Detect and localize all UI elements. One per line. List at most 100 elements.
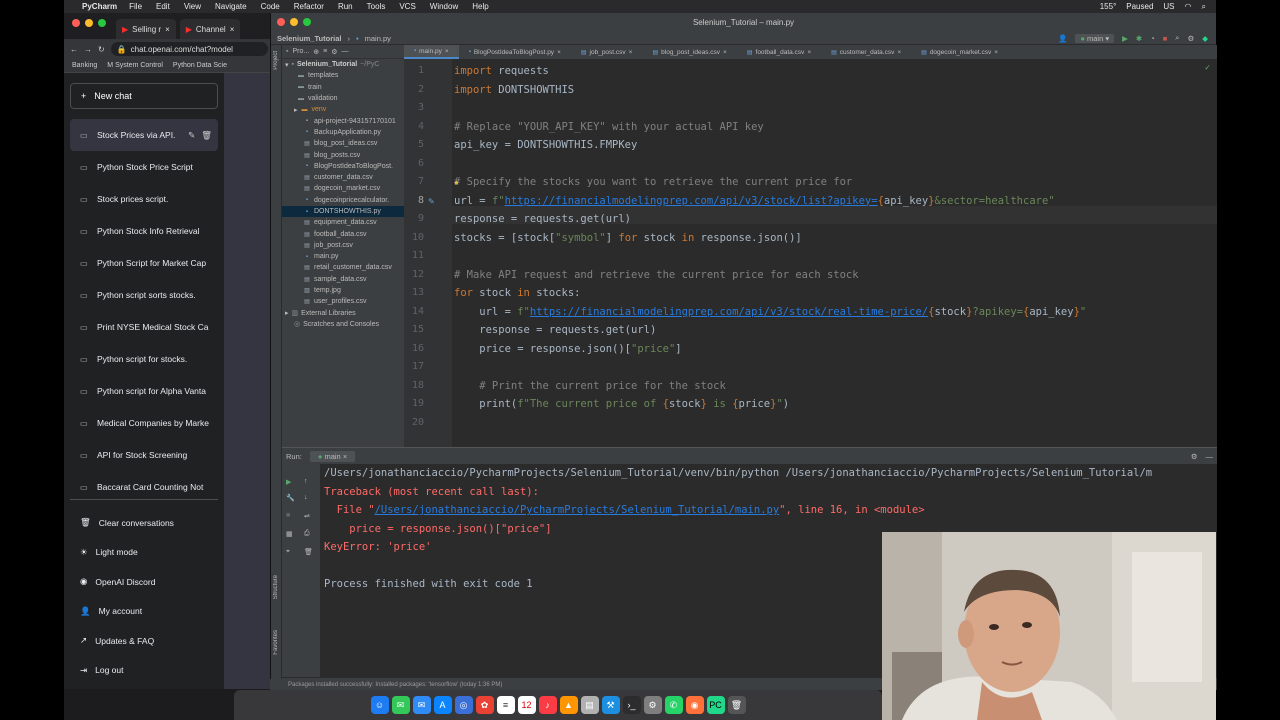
tree-item[interactable]: ▪ main.py [282,251,404,262]
close-tab-icon[interactable]: × [897,49,901,56]
tree-item[interactable]: ▤ dogecoin_market.csv [282,183,404,194]
edit-icon[interactable]: ✎ [428,197,435,206]
expand-icon[interactable]: ⊕ [313,48,319,56]
tree-item[interactable]: ▤ sample_data.csv [282,274,404,285]
tree-item[interactable]: ▤ retail_customer_data.csv [282,262,404,273]
project-view-selector[interactable]: Pro... [292,48,309,55]
my-account-link[interactable]: 👤 My account [70,597,218,627]
close-tab-icon[interactable]: × [445,48,449,55]
options-icon[interactable]: ⚙ [331,48,337,56]
layout-icon[interactable]: ▦ [286,530,293,538]
tree-item[interactable]: ▪ DONTSHOWTHIS.py [282,205,404,218]
settings-icon[interactable]: ⚙ [1187,34,1194,43]
wifi-icon[interactable]: ◠ [1185,2,1192,11]
edit-icon[interactable]: ✎ [188,130,195,141]
updates-faq-link[interactable]: ↗ Updates & FAQ [70,626,218,656]
calendar-icon[interactable]: 12 [517,696,536,714]
tree-item[interactable]: ▪ api-project-943157170101 [282,115,404,126]
breadcrumb-file[interactable]: main.py [365,34,391,43]
conversation-item[interactable]: ▭ Python script sorts stocks. [70,279,218,311]
safari-icon[interactable]: ◎ [454,696,473,714]
editor-tab[interactable]: ▤ customer_data.csv × [821,45,911,59]
notes-icon[interactable]: ≡ [496,696,515,714]
conversation-item[interactable]: ▭ Python Stock Price Script [70,151,218,183]
hide-icon[interactable]: — [1206,452,1218,461]
rerun-icon[interactable]: ▶ [286,478,291,486]
photos-icon[interactable]: ✿ [475,696,494,714]
back-icon[interactable]: ← [70,45,78,54]
firefox-icon[interactable]: ◉ [685,696,704,714]
structure-tool-tab[interactable]: Structure [273,575,279,599]
vlc-icon[interactable]: ▲ [559,696,578,714]
soft-wrap-icon[interactable]: ⇌ [304,512,310,520]
file-link[interactable]: /Users/jonathanciaccio/PycharmProjects/S… [375,504,780,516]
tree-item[interactable]: ▨ temp.jpg [282,285,404,296]
conversation-item[interactable]: ▭ API for Stock Screening [70,439,218,471]
settings-icon[interactable]: ⚙ [1191,452,1198,461]
url-input[interactable]: 🔒 chat.openai.com/chat?model [110,42,268,56]
music-icon[interactable]: ♪ [538,696,557,714]
menu-help[interactable]: Help [472,2,488,11]
appstore-icon[interactable]: A [433,696,452,714]
minimize-window-icon[interactable] [290,18,298,26]
menu-run[interactable]: Run [338,2,353,11]
finder-icon[interactable]: ☺ [370,696,389,714]
code-editor[interactable]: 1 2 3 4 5 6 7 8 9 10 11 12 13 14 15 16 17 18 19 20 import r… [404,59,1217,447]
conversation-item[interactable]: ▭ Python script for stocks. [70,343,218,375]
menu-code[interactable]: Code [261,2,280,11]
scroll-up-icon[interactable]: ↑ [304,478,308,485]
conversation-item[interactable]: ▭ Python Stock Info Retrieval [70,215,218,247]
tree-item[interactable]: ▸ ▬ venv [282,104,404,115]
settings-icon[interactable]: ⚙ [643,696,662,714]
run-icon[interactable]: ▶ [1122,34,1128,43]
discord-link[interactable]: ◉ OpenAI Discord [70,567,218,597]
tree-item[interactable]: ▪ BackupApplication.py [282,127,404,138]
mail-icon[interactable]: ✉ [412,696,431,714]
zoom-window-icon[interactable] [303,18,311,26]
project-tool-tab[interactable]: Project [273,51,279,70]
debug-icon[interactable]: ✱ [1136,34,1142,43]
editor-tab[interactable]: ▤ dogecoin_market.csv × [911,45,1008,59]
zoom-window-icon[interactable] [98,19,106,27]
coverage-icon[interactable]: ◔ [1150,34,1155,43]
jetbrains-icon[interactable]: ◆ [1202,34,1208,43]
close-tab-icon[interactable]: × [994,49,998,56]
search-icon[interactable]: ⌕ [1175,33,1179,43]
close-tab-icon[interactable]: × [723,49,727,56]
branch-selector[interactable]: ● main ▾ [1075,33,1115,43]
light-mode-button[interactable]: ☀ Light mode [70,538,218,568]
print-icon[interactable]: ⎙ [304,530,310,538]
minimize-window-icon[interactable] [85,19,93,27]
input-source[interactable]: US [1163,2,1174,11]
close-tab-icon[interactable]: × [557,49,561,56]
editor-tab[interactable]: ▤ blog_post_ideas.csv × [642,45,736,59]
code-content[interactable]: import requests import DONTSHOWTHIS # Re… [404,59,1217,447]
xcode-icon[interactable]: ⚒ [601,696,620,714]
clear-conversations-button[interactable]: 🗑 Clear conversations [70,508,218,538]
new-chat-button[interactable]: + New chat [70,83,218,109]
external-libraries[interactable]: ▸ ▥ External Libraries [282,308,404,319]
menu-file[interactable]: File [129,2,142,11]
user-icon[interactable]: 👤 [1058,34,1067,43]
tree-item[interactable]: ▤ job_post.csv [282,240,404,251]
tree-item[interactable]: ▬ validation [282,93,404,104]
close-tab-icon[interactable]: × [807,49,811,56]
messages-icon[interactable]: ✉ [391,696,410,714]
pycharm-icon[interactable]: PC [706,696,725,714]
conversation-item[interactable]: ▭ Stock prices script. [70,183,218,215]
conversation-item[interactable]: ▭ Medical Companies by Marke [70,407,218,439]
log-out-button[interactable]: ⇥ Log out [70,656,218,686]
favorites-tool-tab[interactable]: Favorites [273,630,279,655]
bookmark-system-control[interactable]: M System Control [107,62,163,69]
close-tab-icon[interactable]: × [165,25,170,34]
editor-tab[interactable]: ▪ main.py × [404,45,459,59]
browser-tab[interactable]: ▶ Selling r × [116,19,176,39]
bookmark-python-data[interactable]: Python Data Scie [173,62,227,69]
tree-item[interactable]: ▤ football_data.csv [282,228,404,239]
menu-vcs[interactable]: VCS [399,2,415,11]
hide-icon[interactable]: — [341,48,348,55]
close-tab-icon[interactable]: × [230,25,235,34]
tree-item[interactable]: ▪ dogecoinpricecalculator. [282,195,404,206]
whatsapp-icon[interactable]: ✆ [664,696,683,714]
trash-icon[interactable]: 🗑 [201,130,212,141]
